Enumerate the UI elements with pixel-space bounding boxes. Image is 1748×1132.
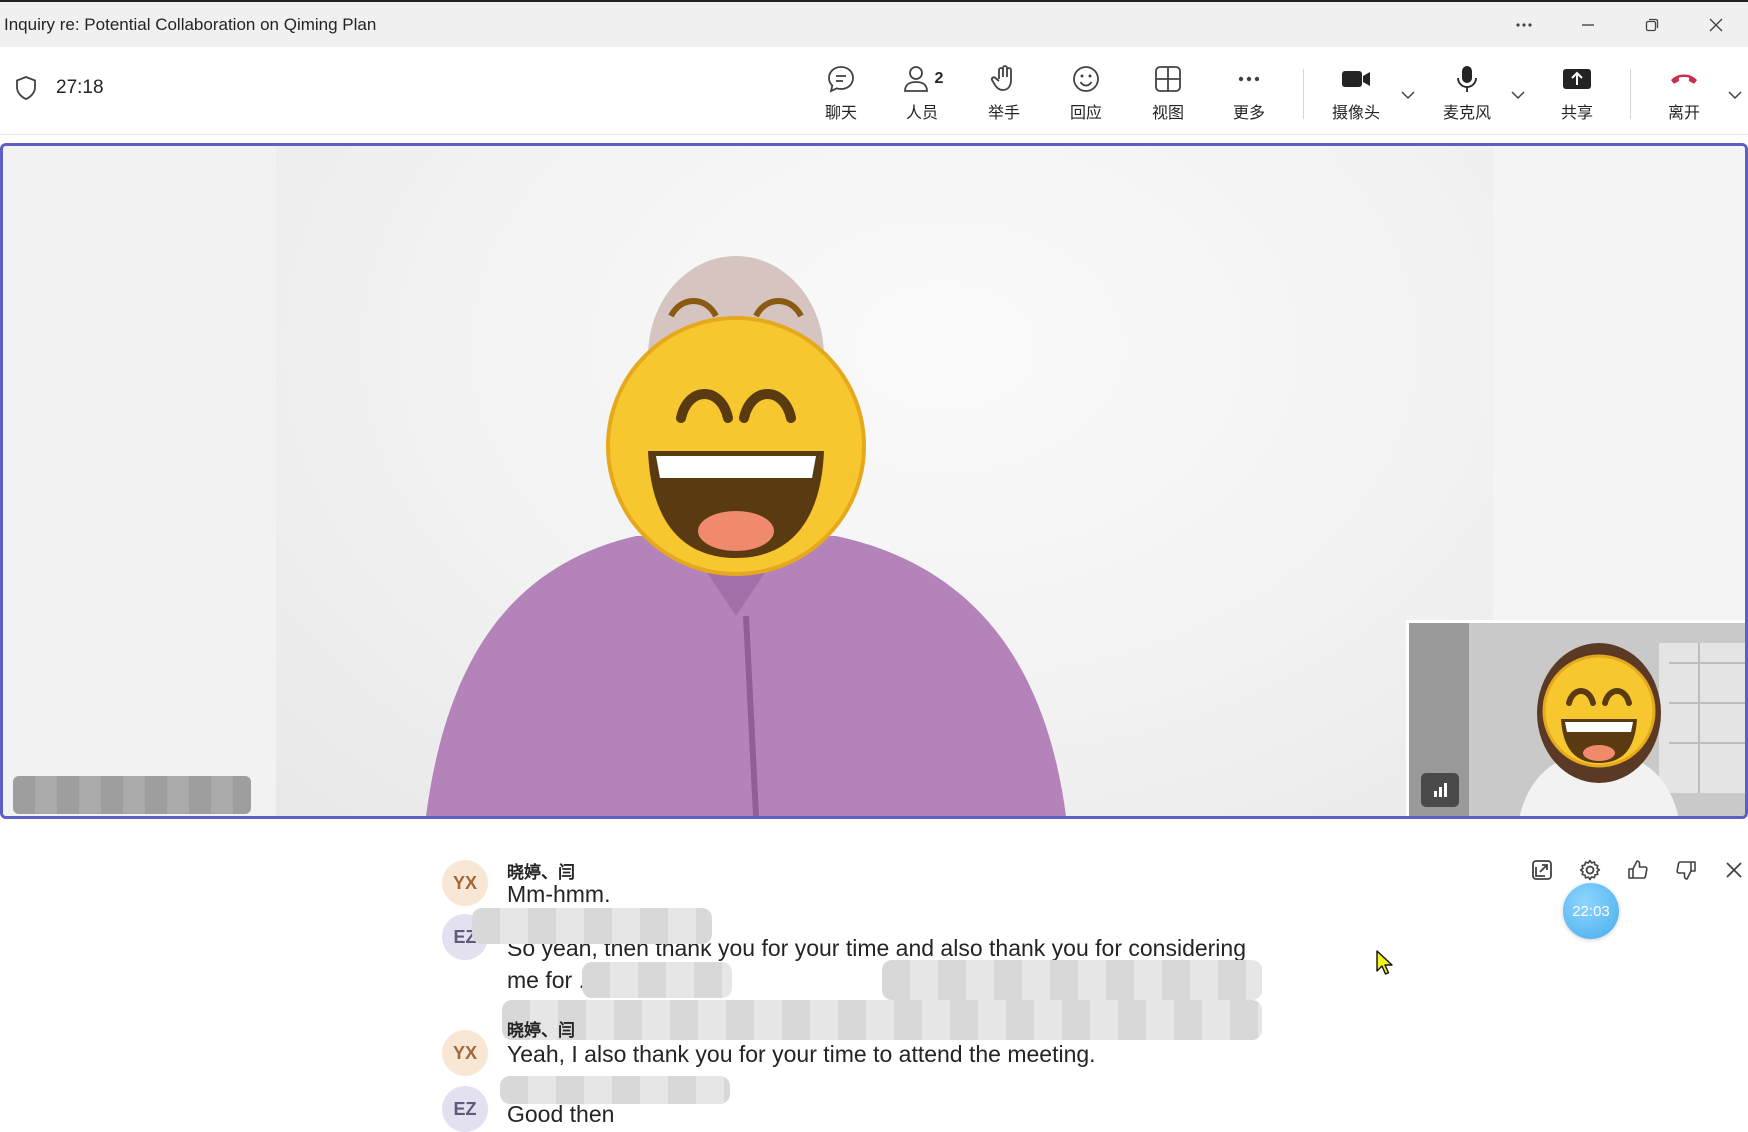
thumbs-up-icon: [1628, 860, 1648, 879]
leave-options-dropdown[interactable]: [1725, 85, 1745, 105]
live-captions-panel: YX 晓婷、闫 Mm-hmm. EZ So yeah, then thank y…: [0, 820, 1748, 1132]
window-controls: [1492, 2, 1748, 47]
view-button[interactable]: 视图: [1132, 61, 1204, 123]
window-title: Inquiry re: Potential Collaboration on Q…: [4, 14, 377, 34]
chevron-down-icon: [1511, 91, 1525, 100]
avatar: YX: [442, 860, 488, 906]
redacted-region: [500, 1076, 730, 1104]
more-label: 更多: [1232, 105, 1265, 122]
meeting-timer-area: 27:18: [14, 75, 104, 101]
popout-captions-button[interactable]: [1530, 858, 1554, 882]
caption-text: Yeah, I also thank you for your time to …: [507, 1041, 1096, 1067]
chat-icon: [828, 66, 854, 93]
microphone-button[interactable]: 麦克风: [1431, 61, 1503, 123]
share-button[interactable]: 共享: [1541, 61, 1613, 123]
popout-icon: [1532, 860, 1552, 880]
raise-hand-icon: [991, 65, 1012, 91]
more-icon: [1238, 76, 1260, 82]
self-view-figure: [1409, 623, 1745, 816]
toolbar-divider: [1303, 69, 1304, 119]
thumbs-down-button[interactable]: [1674, 858, 1698, 882]
thumbs-down-icon: [1676, 861, 1696, 880]
more-button[interactable]: 更多: [1213, 61, 1285, 123]
redacted-region: [582, 962, 732, 998]
participant-name-tag: [13, 776, 251, 814]
redacted-region: [882, 960, 1262, 1000]
close-captions-button[interactable]: [1722, 858, 1746, 882]
meeting-toolbar: 27:18 聊天 2 人员 举手 回应 视图 更多 摄像头 麦克风 共享 离开: [0, 47, 1748, 135]
title-bar: Inquiry re: Potential Collaboration on Q…: [0, 0, 1748, 47]
raise-hand-button[interactable]: 举手: [968, 61, 1040, 123]
self-view-video[interactable]: [1406, 620, 1745, 816]
chat-label: 聊天: [824, 105, 857, 122]
people-count: 2: [934, 70, 944, 87]
people-button[interactable]: 2 人员: [886, 61, 958, 123]
caption-text: Mm-hmm.: [507, 881, 611, 907]
chevron-down-icon: [1728, 91, 1742, 100]
minimize-button[interactable]: [1556, 2, 1620, 47]
gear-icon: [1579, 859, 1601, 881]
camera-options-dropdown[interactable]: [1398, 85, 1418, 105]
reaction-icon: [1073, 66, 1099, 92]
mouse-cursor-icon: [1376, 950, 1393, 975]
camera-icon: [1342, 71, 1370, 87]
stage-left-padding: [3, 146, 276, 816]
thumbs-up-button[interactable]: [1626, 858, 1650, 882]
call-health-button[interactable]: [1421, 773, 1459, 807]
avatar: YX: [442, 1030, 488, 1076]
view-icon: [1155, 66, 1181, 92]
video-stage: [0, 143, 1748, 819]
floating-timestamp-bubble[interactable]: 22:03: [1563, 883, 1619, 939]
microphone-icon: [1457, 66, 1477, 92]
raise-hand-label: 举手: [987, 105, 1020, 122]
close-icon: [1726, 862, 1742, 878]
people-label: 人员: [905, 105, 938, 122]
restore-button[interactable]: [1620, 2, 1684, 47]
meeting-timer: 27:18: [56, 77, 104, 98]
reaction-button[interactable]: 回应: [1050, 61, 1122, 123]
microphone-label: 麦克风: [1442, 105, 1491, 122]
leave-icon: [1671, 74, 1697, 84]
share-label: 共享: [1560, 105, 1593, 122]
close-icon: [1709, 18, 1723, 31]
remote-participant-video[interactable]: [276, 146, 1493, 816]
shield-icon: [16, 76, 36, 100]
leave-button[interactable]: 离开: [1648, 61, 1720, 123]
redacted-region: [472, 908, 712, 944]
share-icon: [1563, 69, 1591, 89]
minimize-icon: [1582, 23, 1594, 26]
toolbar-divider: [1630, 69, 1631, 119]
close-window-button[interactable]: [1684, 2, 1748, 47]
participant-figure: [426, 256, 1066, 816]
reaction-label: 回应: [1069, 105, 1102, 122]
caption-settings-button[interactable]: [1578, 858, 1602, 882]
chat-button[interactable]: 聊天: [805, 61, 877, 123]
signal-bars-icon: [1434, 783, 1447, 797]
people-icon: [903, 66, 928, 92]
chevron-down-icon: [1401, 91, 1415, 100]
ellipsis-icon: [1516, 22, 1532, 27]
microphone-options-dropdown[interactable]: [1508, 85, 1528, 105]
leave-label: 离开: [1667, 105, 1700, 122]
view-label: 视图: [1151, 105, 1184, 122]
avatar: EZ: [442, 1086, 488, 1132]
camera-button[interactable]: 摄像头: [1320, 61, 1392, 123]
camera-label: 摄像头: [1331, 105, 1380, 122]
window-more-button[interactable]: [1492, 2, 1556, 47]
caption-controls: [1530, 858, 1746, 882]
restore-icon: [1645, 18, 1659, 31]
redacted-region: [502, 1000, 1262, 1040]
